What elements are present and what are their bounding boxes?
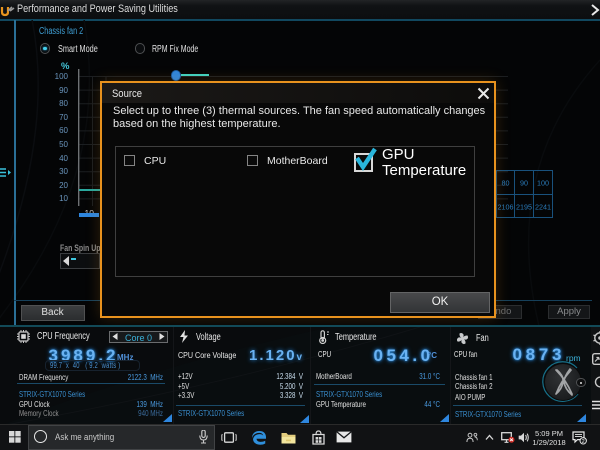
svg-text:2106: 2106: [498, 203, 514, 212]
svg-text:2: 2: [582, 439, 585, 445]
svg-text:100: 100: [537, 179, 549, 188]
svg-text:90: 90: [520, 179, 528, 188]
svg-text:80: 80: [502, 179, 510, 188]
svg-text:2195: 2195: [516, 203, 532, 212]
svg-text:2241: 2241: [535, 203, 551, 212]
